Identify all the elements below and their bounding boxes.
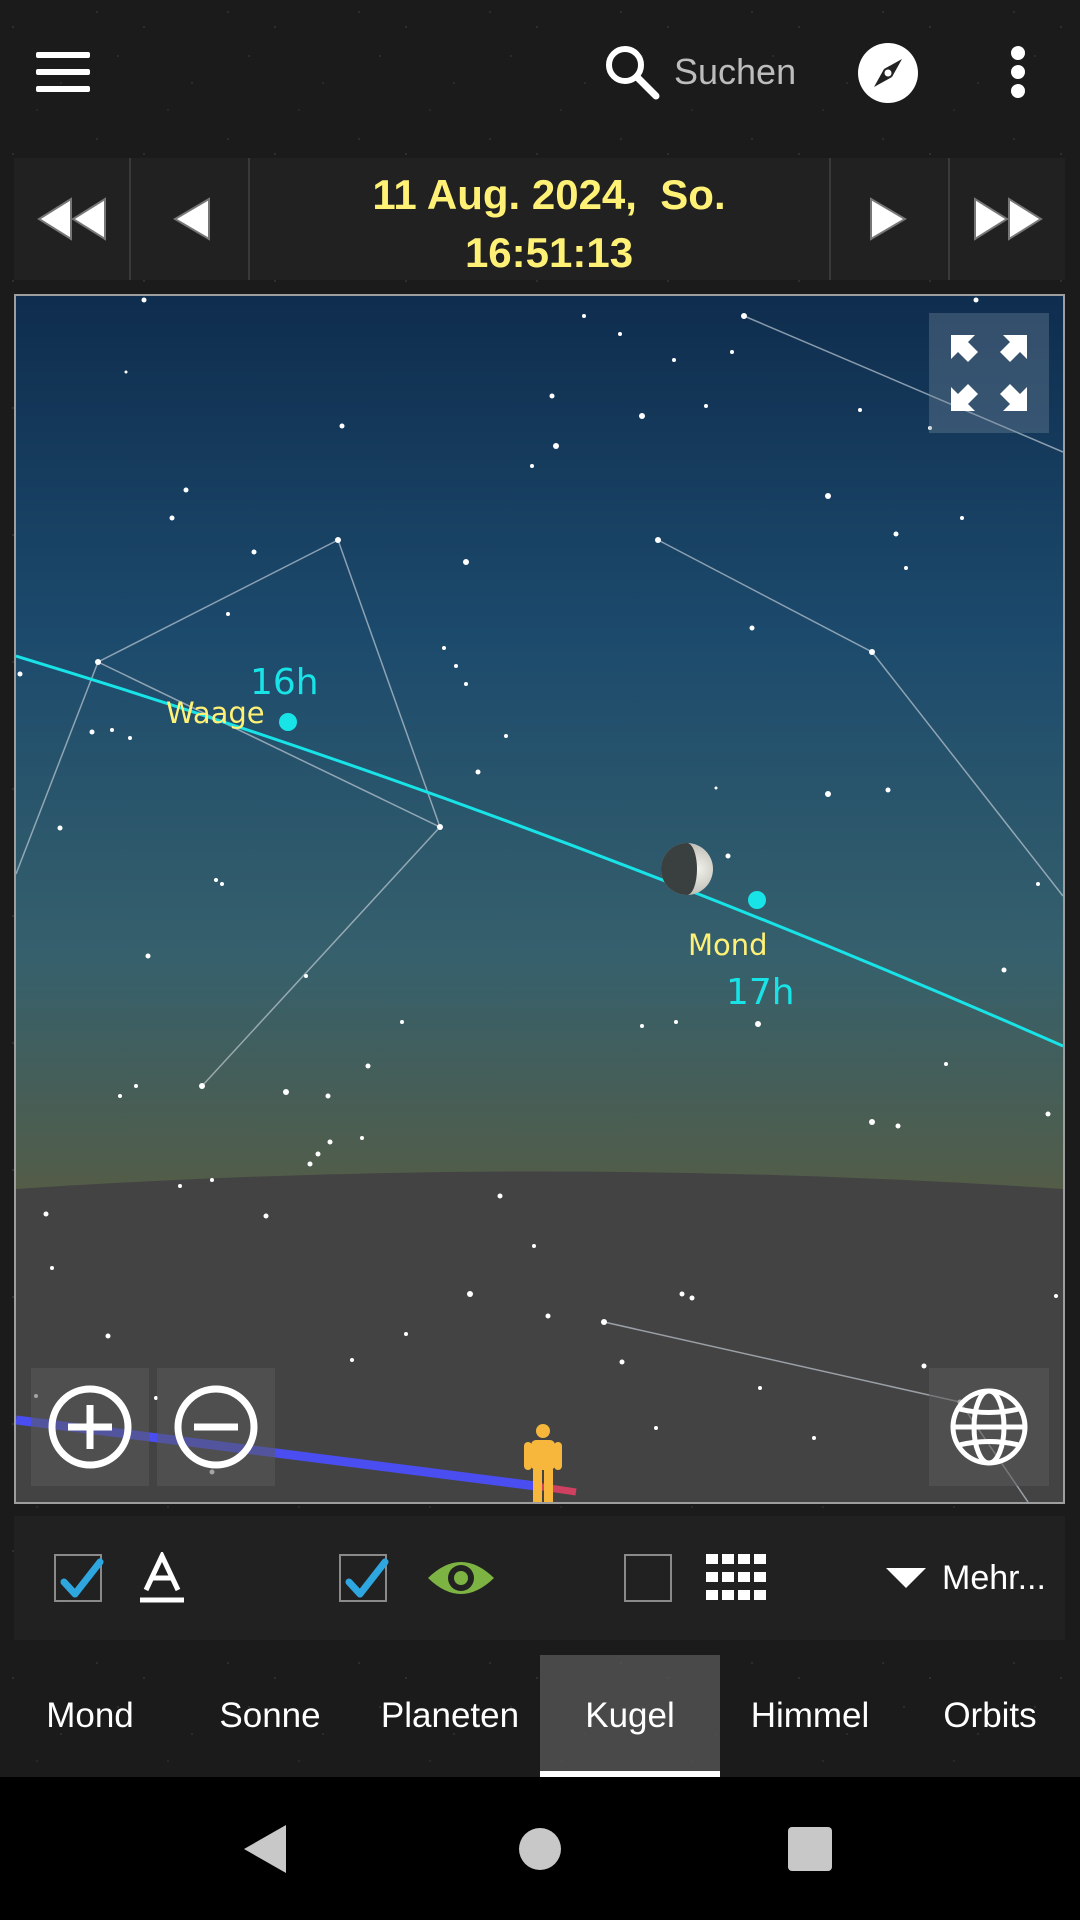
step-forward-button[interactable]	[829, 158, 946, 280]
search-icon	[606, 46, 660, 100]
date-time-bar: 11 Aug. 2024, So. 16:51:13	[14, 158, 1065, 280]
back-triangle-icon[interactable]	[236, 1817, 300, 1881]
fast-forward-button[interactable]	[948, 158, 1065, 280]
date-time-display[interactable]: 11 Aug. 2024, So. 16:51:13	[254, 166, 844, 282]
dropdown-triangle-icon	[886, 1568, 926, 1588]
hour-marker-17h	[748, 891, 766, 909]
tab-himmel[interactable]: Himmel	[720, 1655, 900, 1777]
sky-view[interactable]: 16h Waage Mond 17h	[14, 294, 1065, 1504]
moon-label[interactable]: Mond	[688, 928, 768, 962]
date-text: 11 Aug. 2024, So.	[372, 171, 726, 218]
tab-mond[interactable]: Mond	[0, 1655, 180, 1777]
step-forward-icon	[869, 197, 907, 241]
checkmark-icon	[345, 1558, 389, 1598]
tab-bar: Mond Sonne Planeten Kugel Himmel Orbits	[0, 1655, 1080, 1777]
fast-rewind-button[interactable]	[14, 158, 131, 280]
labels-checkbox[interactable]	[54, 1554, 104, 1602]
tab-planeten[interactable]: Planeten	[360, 1655, 540, 1777]
step-back-button[interactable]	[133, 158, 250, 280]
zoom-in-icon	[48, 1385, 132, 1469]
moon-icon[interactable]	[661, 843, 713, 895]
fullscreen-button[interactable]	[929, 313, 1049, 433]
text-label-icon	[140, 1552, 184, 1603]
globe-icon	[950, 1388, 1028, 1466]
hamburger-menu-icon[interactable]	[28, 44, 98, 100]
compass-icon[interactable]	[857, 42, 919, 104]
search-label: Suchen	[674, 51, 797, 92]
globe-button[interactable]	[929, 1368, 1049, 1486]
zoom-out-button[interactable]	[157, 1368, 275, 1486]
more-options-label: Mehr...	[942, 1558, 1046, 1597]
step-back-icon	[172, 197, 210, 241]
home-circle-icon[interactable]	[508, 1817, 572, 1881]
app-bar: Suchen	[0, 0, 1080, 146]
fast-rewind-icon	[36, 197, 106, 241]
options-bar: Mehr...	[14, 1516, 1065, 1640]
checkmark-icon	[60, 1558, 104, 1598]
grid-icon	[706, 1554, 766, 1600]
tab-sonne[interactable]: Sonne	[180, 1655, 360, 1777]
hour-label-17h: 17h	[726, 972, 795, 1013]
tab-orbits[interactable]: Orbits	[900, 1655, 1080, 1777]
more-vert-icon[interactable]	[1000, 44, 1036, 100]
tab-kugel[interactable]: Kugel	[540, 1655, 720, 1777]
eye-icon	[428, 1562, 494, 1594]
time-text: 16:51:13	[464, 229, 634, 276]
system-navigation-bar	[0, 1777, 1080, 1920]
search-button[interactable]: Suchen	[600, 40, 830, 104]
visibility-checkbox[interactable]	[339, 1554, 389, 1602]
sky-canvas[interactable]	[16, 296, 1063, 1502]
hour-marker-16h	[279, 713, 297, 731]
fullscreen-icon	[951, 335, 1027, 411]
constellation-label-waage[interactable]: Waage	[166, 696, 265, 730]
recents-square-icon[interactable]	[778, 1817, 842, 1881]
more-options-button[interactable]: Mehr...	[884, 1546, 1065, 1610]
person-icon	[524, 1424, 562, 1502]
grid-checkbox[interactable]	[624, 1554, 672, 1602]
zoom-out-icon	[174, 1385, 258, 1469]
fast-forward-icon	[973, 197, 1043, 241]
zoom-in-button[interactable]	[31, 1368, 149, 1486]
